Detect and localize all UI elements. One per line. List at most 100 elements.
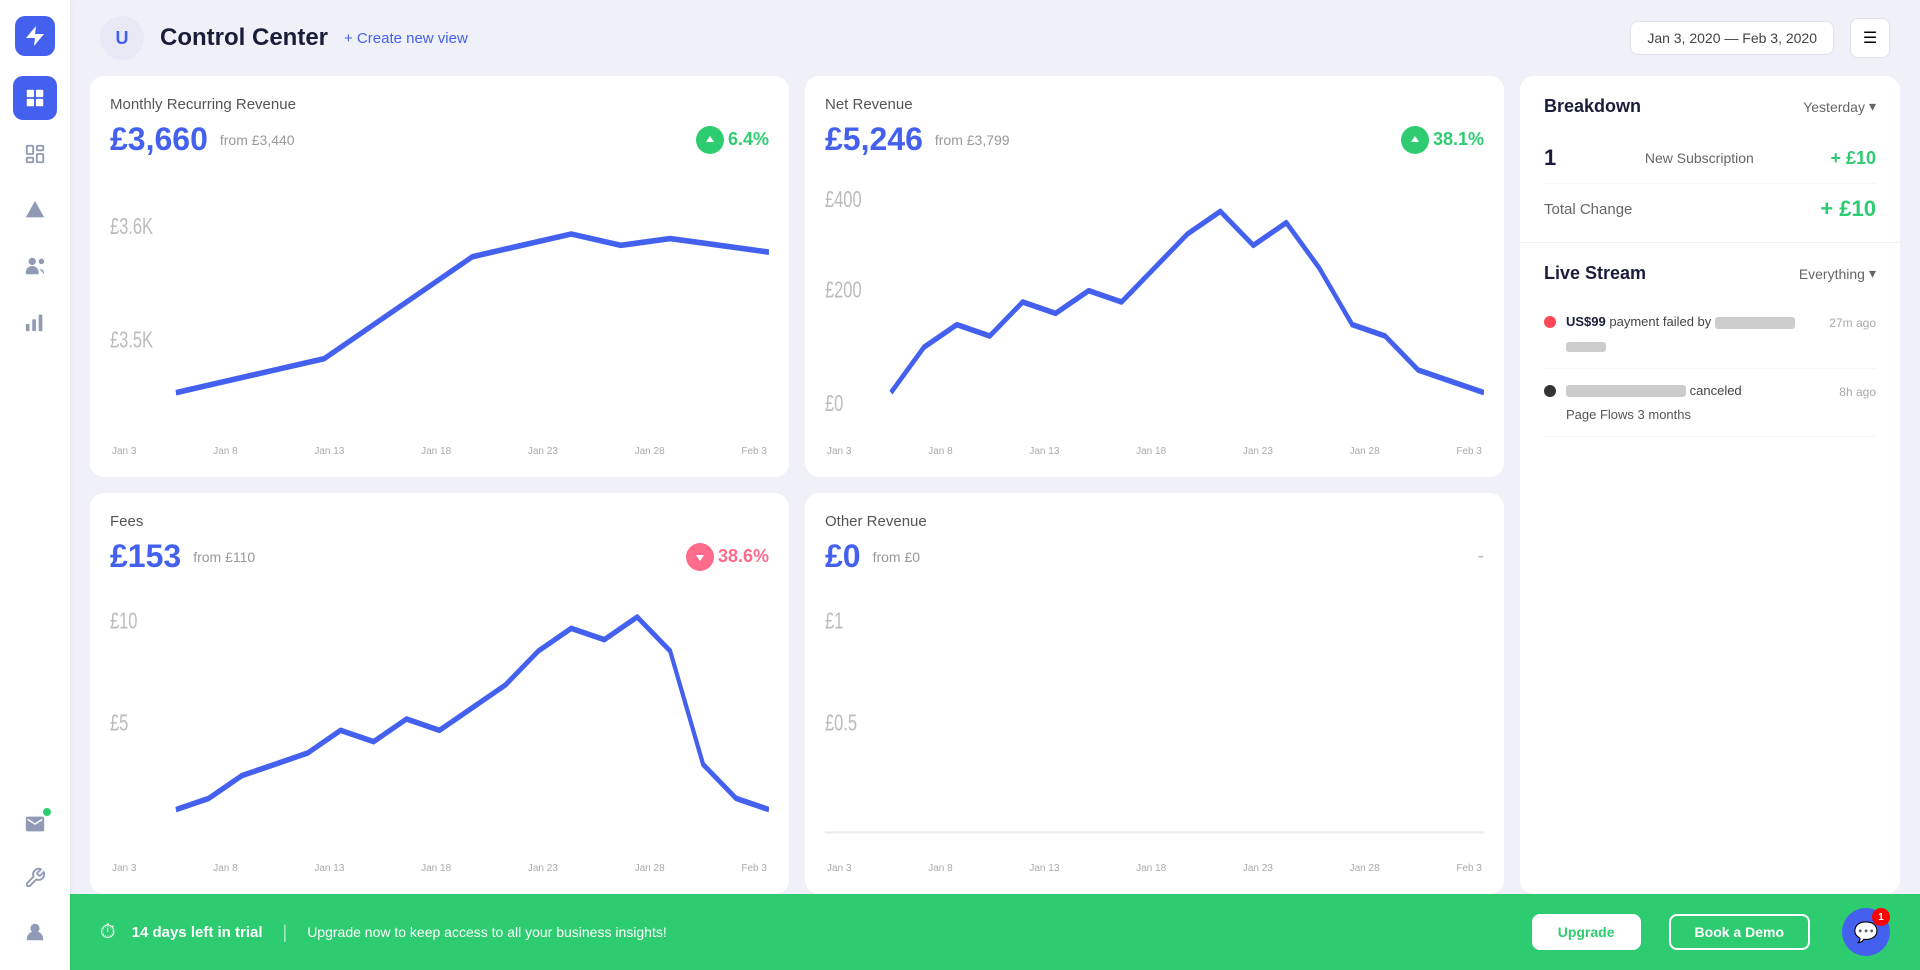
stream-amount: US$99 — [1566, 314, 1606, 329]
sidebar-item-users[interactable] — [13, 244, 57, 288]
trial-bar: ⏱ 14 days left in trial | Upgrade now to… — [70, 894, 1920, 970]
charts-grid: Monthly Recurring Revenue £3,660 from £3… — [90, 76, 1520, 894]
fees-title: Fees — [110, 513, 769, 530]
fees-card: Fees £153 from £110 38.6% £10 £5 — [90, 493, 789, 894]
app-logo[interactable] — [15, 16, 55, 56]
sidebar — [0, 0, 70, 970]
stream-item: canceled 8h ago Page Flows 3 months — [1544, 369, 1876, 438]
stream-time: 27m ago — [1829, 314, 1876, 332]
sidebar-item-profile[interactable] — [13, 910, 57, 954]
stream-item: US$99 payment failed by 27m ago — [1544, 300, 1876, 369]
livestream-title: Live Stream — [1544, 263, 1646, 284]
stream-dot-red — [1544, 316, 1556, 328]
svg-text:£400: £400 — [825, 187, 862, 212]
breakdown-row: 1 New Subscription + £10 — [1544, 133, 1876, 184]
sidebar-item-reports[interactable] — [13, 300, 57, 344]
mrr-x-labels: Jan 3Jan 8Jan 13Jan 18Jan 23Jan 28Feb 3 — [110, 446, 769, 457]
main-content: U Control Center + Create new view Jan 3… — [70, 0, 1920, 970]
chat-badge: 1 — [1872, 908, 1890, 926]
stream-action: canceled — [1690, 383, 1742, 398]
other-revenue-from: from £0 — [873, 549, 920, 565]
svg-text:£3.5K: £3.5K — [110, 328, 153, 353]
other-revenue-x-labels: Jan 3Jan 8Jan 13Jan 18Jan 23Jan 28Feb 3 — [825, 863, 1484, 874]
right-panel: Breakdown Yesterday ▾ 1 New Subscription… — [1520, 76, 1900, 894]
net-revenue-title: Net Revenue — [825, 96, 1484, 113]
mrr-card: Monthly Recurring Revenue £3,660 from £3… — [90, 76, 789, 477]
fees-x-labels: Jan 3Jan 8Jan 13Jan 18Jan 23Jan 28Feb 3 — [110, 863, 769, 874]
svg-text:£10: £10 — [110, 609, 137, 634]
sidebar-item-mail[interactable] — [13, 802, 57, 846]
svg-text:£0: £0 — [825, 391, 843, 416]
page-title: Control Center — [160, 24, 328, 52]
mrr-badge: 6.4% — [696, 126, 769, 154]
clock-icon: ⏱ — [100, 921, 116, 944]
net-revenue-badge: 38.1% — [1401, 126, 1484, 154]
net-revenue-pct: 38.1% — [1433, 129, 1484, 150]
sidebar-item-tools[interactable] — [13, 856, 57, 900]
breakdown-amount: + £10 — [1830, 148, 1876, 169]
other-revenue-value: £0 — [825, 538, 861, 575]
upgrade-button[interactable]: Upgrade — [1532, 914, 1641, 950]
chevron-down-icon: ▾ — [1869, 98, 1876, 115]
content-area: Monthly Recurring Revenue £3,660 from £3… — [70, 76, 1920, 894]
breakdown-total-row: Total Change + £10 — [1544, 184, 1876, 222]
other-revenue-badge: - — [1477, 545, 1484, 568]
breakdown-dropdown[interactable]: Yesterday ▾ — [1803, 98, 1876, 115]
book-demo-button[interactable]: Book a Demo — [1669, 914, 1810, 950]
svg-text:£3.6K: £3.6K — [110, 215, 153, 240]
breakdown-label: New Subscription — [1645, 150, 1754, 166]
avatar: U — [100, 16, 144, 60]
stream-time: 8h ago — [1839, 383, 1876, 401]
fees-badge: 38.6% — [686, 543, 769, 571]
total-amount: + £10 — [1820, 196, 1876, 222]
fees-from: from £110 — [193, 549, 255, 565]
breakdown-section: Breakdown Yesterday ▾ 1 New Subscription… — [1520, 76, 1900, 243]
sidebar-item-layers[interactable] — [13, 132, 57, 176]
trial-days-left: 14 days left in trial — [132, 924, 263, 941]
menu-button[interactable]: ☰ — [1850, 18, 1890, 58]
other-revenue-title: Other Revenue — [825, 513, 1484, 530]
hamburger-icon: ☰ — [1863, 28, 1877, 48]
create-view-button[interactable]: + Create new view — [344, 30, 468, 47]
svg-text:£0.5: £0.5 — [825, 711, 857, 736]
svg-text:£200: £200 — [825, 278, 862, 303]
mrr-pct: 6.4% — [728, 129, 769, 150]
trial-message: Upgrade now to keep access to all your b… — [307, 924, 667, 940]
other-revenue-chart: £1 £0.5 — [825, 583, 1484, 855]
mrr-value: £3,660 — [110, 121, 208, 158]
sidebar-item-analytics[interactable] — [13, 188, 57, 232]
stream-sub-text: Page Flows 3 months — [1566, 405, 1876, 425]
date-range-picker[interactable]: Jan 3, 2020 — Feb 3, 2020 — [1630, 21, 1834, 55]
livestream-dropdown-label: Everything — [1799, 266, 1865, 282]
svg-text:£1: £1 — [825, 609, 843, 634]
breakdown-title: Breakdown — [1544, 96, 1641, 117]
mrr-chart: £3.6K £3.5K — [110, 166, 769, 438]
net-revenue-card: Net Revenue £5,246 from £3,799 38.1% £40… — [805, 76, 1504, 477]
mrr-title: Monthly Recurring Revenue — [110, 96, 769, 113]
stream-action: payment failed by — [1609, 314, 1715, 329]
stream-blur-detail — [1566, 342, 1606, 352]
mrr-from: from £3,440 — [220, 132, 295, 148]
stream-dot-dark — [1544, 385, 1556, 397]
stream-content: US$99 payment failed by 27m ago — [1566, 312, 1876, 356]
chevron-down-icon: ▾ — [1869, 265, 1876, 282]
chat-button[interactable]: 💬 1 — [1842, 908, 1890, 956]
fees-chart: £10 £5 — [110, 583, 769, 855]
livestream-section: Live Stream Everything ▾ US$99 payment f… — [1520, 243, 1900, 894]
sidebar-item-dashboard[interactable] — [13, 76, 57, 120]
total-label: Total Change — [1544, 201, 1632, 218]
net-revenue-value: £5,246 — [825, 121, 923, 158]
livestream-dropdown[interactable]: Everything ▾ — [1799, 265, 1876, 282]
stream-blur-name — [1566, 385, 1686, 397]
net-revenue-chart: £400 £200 £0 — [825, 166, 1484, 438]
fees-value: £153 — [110, 538, 181, 575]
breakdown-dropdown-label: Yesterday — [1803, 99, 1865, 115]
net-revenue-from: from £3,799 — [935, 132, 1010, 148]
net-revenue-x-labels: Jan 3Jan 8Jan 13Jan 18Jan 23Jan 28Feb 3 — [825, 446, 1484, 457]
header: U Control Center + Create new view Jan 3… — [70, 0, 1920, 76]
other-revenue-card: Other Revenue £0 from £0 - £1 £0.5 Jan 3… — [805, 493, 1504, 894]
fees-pct: 38.6% — [718, 546, 769, 567]
stream-blur-name — [1715, 317, 1795, 329]
date-range-label: Jan 3, 2020 — Feb 3, 2020 — [1647, 30, 1817, 46]
stream-content: canceled 8h ago Page Flows 3 months — [1566, 381, 1876, 425]
